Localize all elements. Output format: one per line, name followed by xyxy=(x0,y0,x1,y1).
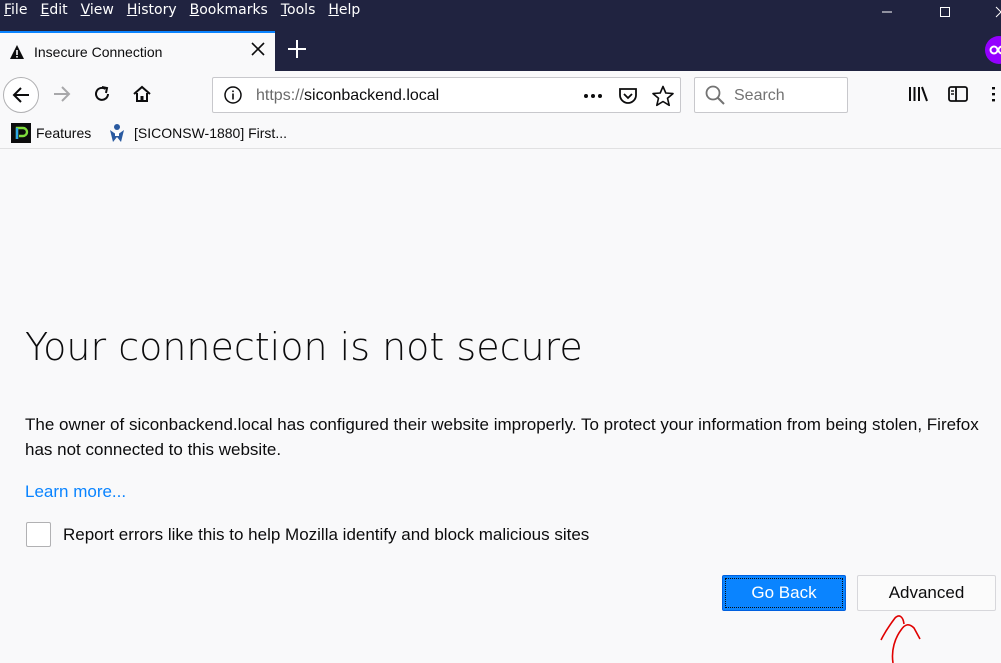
search-icon xyxy=(705,85,725,105)
features-favicon-icon xyxy=(11,123,31,143)
menu-tools[interactable]: Tools xyxy=(281,2,316,18)
menu-history[interactable]: History xyxy=(127,2,177,18)
reload-icon xyxy=(95,86,109,101)
library-icon xyxy=(909,86,928,102)
red-arrow-annotation xyxy=(880,615,921,663)
minimize-icon xyxy=(882,11,892,13)
menu-icon xyxy=(992,87,995,102)
forward-icon xyxy=(54,86,71,102)
search-bar[interactable]: Search xyxy=(694,77,848,113)
menu-edit[interactable]: Edit xyxy=(40,2,67,18)
url-host: siconbackend.local xyxy=(304,87,440,104)
minimize-button[interactable] xyxy=(864,0,910,24)
menu-file[interactable]: File xyxy=(4,2,27,18)
library-button[interactable] xyxy=(902,78,934,110)
warning-icon xyxy=(10,45,24,59)
report-errors-label: Report errors like this to help Mozilla … xyxy=(63,525,590,544)
bookmark-features[interactable]: Features xyxy=(11,123,91,143)
url-scheme: https:// xyxy=(256,87,305,104)
home-icon xyxy=(133,85,151,102)
tab-insecure-connection[interactable]: Insecure Connection xyxy=(0,31,275,71)
tab-close-button[interactable] xyxy=(251,42,265,60)
forward-button[interactable] xyxy=(46,78,78,110)
error-description: The owner of siconbackend.local has conf… xyxy=(25,415,979,459)
menu-bookmarks[interactable]: Bookmarks xyxy=(190,2,268,18)
bookmark-label: Features xyxy=(36,125,92,141)
extension-icon[interactable] xyxy=(985,36,1001,64)
maximize-button[interactable] xyxy=(922,0,968,24)
bookmark-label: [SICONSW-1880] First... xyxy=(134,125,287,141)
title-bar: File Edit View History Bookmarks Tools H… xyxy=(0,0,1001,71)
menu-view[interactable]: View xyxy=(81,2,114,18)
jira-favicon-icon xyxy=(110,124,124,142)
back-icon xyxy=(12,87,29,103)
more-icon[interactable] xyxy=(582,86,604,106)
error-page: Your connection is not secure The owner … xyxy=(0,150,1001,663)
home-button[interactable] xyxy=(126,78,158,110)
bookmark-siconsw-1880[interactable]: [SICONSW-1880] First... xyxy=(107,123,287,143)
learn-more-link[interactable]: Learn more... xyxy=(25,482,126,502)
navigation-toolbar: https://siconbackend.local Search xyxy=(0,71,1001,119)
tab-title: Insecure Connection xyxy=(34,44,163,60)
url-text[interactable]: https://siconbackend.local xyxy=(256,87,439,105)
bookmarks-toolbar: Features [SICONSW-1880] First... xyxy=(0,119,1001,149)
menu-bar: File Edit View History Bookmarks Tools H… xyxy=(0,0,369,20)
reload-button[interactable] xyxy=(86,78,118,110)
maximize-icon xyxy=(940,7,950,17)
go-back-button[interactable]: Go Back xyxy=(722,575,846,611)
info-icon[interactable] xyxy=(223,85,243,105)
window-close-button[interactable] xyxy=(978,0,1001,24)
page-title: Your connection is not secure xyxy=(25,325,583,369)
mask-icon xyxy=(989,45,1001,55)
url-bar[interactable]: https://siconbackend.local xyxy=(212,77,681,113)
advanced-button[interactable]: Advanced xyxy=(857,575,996,611)
new-tab-button[interactable] xyxy=(284,36,310,62)
sidebar-button[interactable] xyxy=(942,78,974,110)
menu-button[interactable] xyxy=(985,78,1001,110)
star-icon[interactable] xyxy=(652,85,674,107)
back-button[interactable] xyxy=(3,77,39,113)
close-icon xyxy=(251,42,265,56)
report-errors-checkbox[interactable] xyxy=(26,522,51,547)
window-close-icon xyxy=(995,6,1001,18)
plus-icon xyxy=(288,40,306,58)
search-input[interactable]: Search xyxy=(734,87,785,105)
sidebar-icon xyxy=(948,86,968,102)
menu-help[interactable]: Help xyxy=(328,2,360,18)
pocket-icon[interactable] xyxy=(618,86,638,106)
